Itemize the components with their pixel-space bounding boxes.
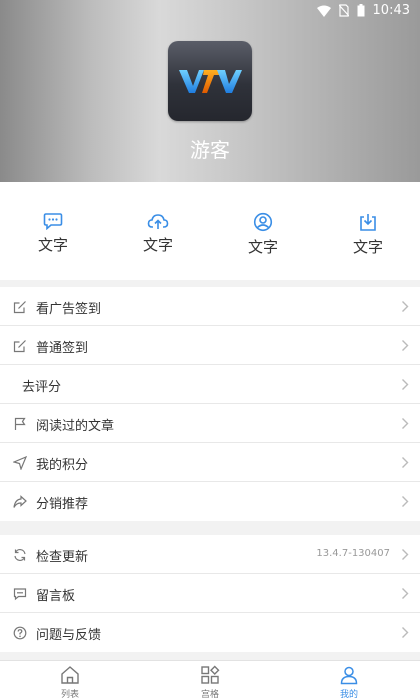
- quick-action-label: 文字: [37, 236, 68, 254]
- bottom-tab-bar: 列表 宫格 我的: [0, 660, 420, 700]
- flag-icon: [14, 417, 26, 430]
- profile-username: 游客: [190, 138, 230, 162]
- menu-item-label: 检查更新: [36, 550, 89, 565]
- menu-item-message-board[interactable]: 留言板: [0, 574, 420, 613]
- cloud-upload-icon: [147, 214, 169, 229]
- menu-item-label: 分销推荐: [36, 497, 89, 512]
- quick-action-user[interactable]: 文字: [233, 212, 293, 257]
- battery-icon: [357, 4, 365, 17]
- share-arrow-icon: [13, 495, 27, 508]
- tab-mine[interactable]: 我的: [319, 664, 379, 700]
- home-icon: [61, 666, 79, 684]
- tab-grid[interactable]: 宫格: [180, 664, 240, 700]
- menu-item-feedback[interactable]: 问题与反馈: [0, 613, 420, 652]
- menu-group-1: 看广告签到 普通签到 去评分 阅读过的文章 我的积分 分销推荐: [0, 287, 420, 521]
- tab-label: 我的: [339, 690, 358, 700]
- menu-group-2: 检查更新 13.4.7-130407 留言板 问题与反馈: [0, 535, 420, 652]
- wifi-icon: [316, 5, 331, 17]
- menu-item-label: 问题与反馈: [36, 628, 102, 643]
- menu-item-label: 去评分: [22, 380, 62, 395]
- status-bar: 10:43: [0, 0, 420, 22]
- edit-square-icon: [13, 340, 26, 353]
- tab-list[interactable]: 列表: [40, 664, 100, 700]
- version-text: 13.4.7-130407: [316, 548, 390, 559]
- menu-item-check-update[interactable]: 检查更新 13.4.7-130407: [0, 535, 420, 574]
- person-icon: [340, 666, 358, 685]
- chevron-right-icon: [402, 496, 409, 507]
- download-box-icon: [360, 214, 376, 231]
- menu-item-checkin[interactable]: 普通签到: [0, 326, 420, 365]
- app-logo[interactable]: [168, 41, 252, 121]
- vtv-logo-icon: [179, 70, 242, 93]
- menu-item-label: 普通签到: [36, 341, 89, 356]
- message-icon: [13, 588, 27, 601]
- menu-item-label: 留言板: [36, 589, 76, 604]
- menu-item-label: 阅读过的文章: [36, 419, 115, 434]
- quick-actions: 文字 文字 文字 文字: [0, 182, 420, 280]
- quick-action-chat[interactable]: 文字: [23, 212, 83, 255]
- menu-item-read-articles[interactable]: 阅读过的文章: [0, 404, 420, 443]
- chevron-right-icon: [402, 340, 409, 351]
- chevron-right-icon: [402, 301, 409, 312]
- quick-action-label: 文字: [247, 238, 278, 256]
- profile-header: 10:43 游客: [0, 0, 420, 182]
- edit-square-icon: [13, 301, 26, 314]
- quick-action-label: 文字: [142, 236, 173, 254]
- menu-item-label: 看广告签到: [36, 302, 102, 317]
- menu-item-referral[interactable]: 分销推荐: [0, 482, 420, 521]
- chevron-right-icon: [402, 588, 409, 599]
- no-sim-icon: [338, 4, 349, 17]
- tab-label: 列表: [60, 690, 79, 700]
- menu-item-points[interactable]: 我的积分: [0, 443, 420, 482]
- menu-item-rate[interactable]: 去评分: [0, 365, 420, 404]
- chevron-right-icon: [402, 418, 409, 429]
- status-time: 10:43: [372, 3, 410, 18]
- tab-label: 宫格: [200, 690, 219, 700]
- grid-icon: [201, 665, 220, 684]
- quick-action-download[interactable]: 文字: [338, 212, 398, 257]
- chat-bubble-icon: [43, 213, 63, 230]
- chevron-right-icon: [402, 549, 409, 560]
- quick-action-label: 文字: [352, 238, 383, 256]
- chevron-right-icon: [402, 379, 409, 390]
- menu-item-label: 我的积分: [36, 458, 89, 473]
- quick-action-upload[interactable]: 文字: [128, 212, 188, 255]
- question-circle-icon: [13, 626, 27, 640]
- user-circle-icon: [253, 212, 273, 232]
- paper-plane-icon: [13, 456, 27, 470]
- chevron-right-icon: [402, 627, 409, 638]
- chevron-right-icon: [402, 457, 409, 468]
- menu-item-ad-checkin[interactable]: 看广告签到: [0, 287, 420, 326]
- refresh-icon: [14, 549, 26, 561]
